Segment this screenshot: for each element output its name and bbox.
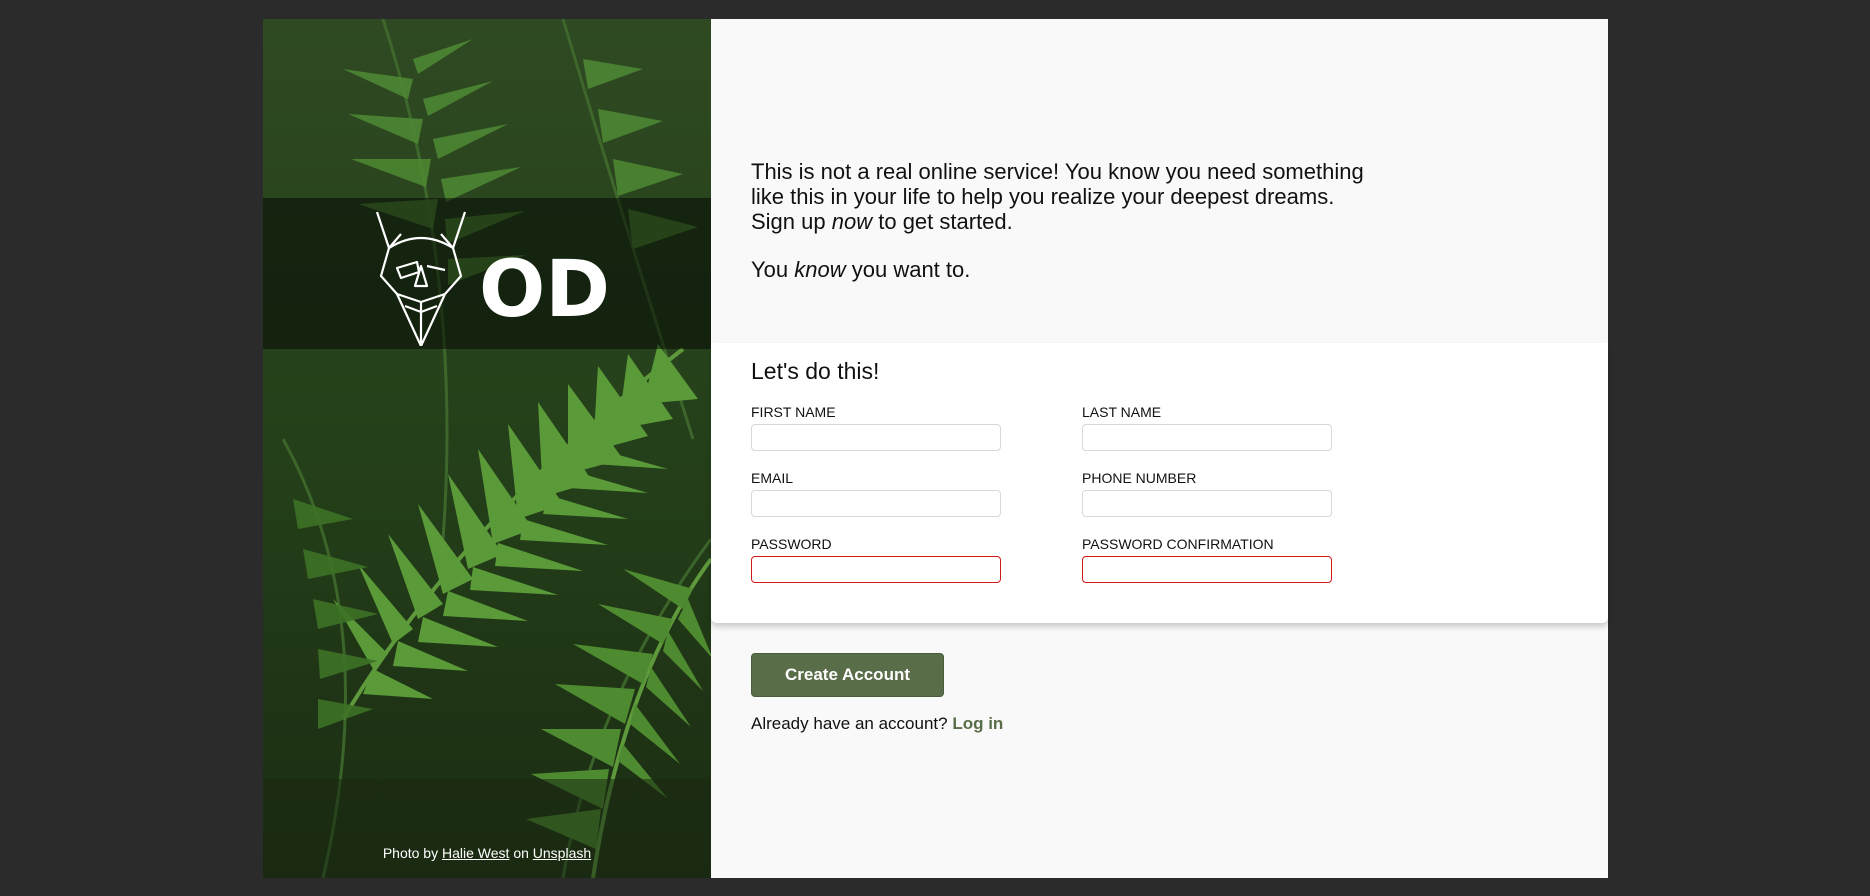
signup-content: This is not a real online service! You k… bbox=[711, 19, 1608, 878]
last-name-label: LAST NAME bbox=[1082, 404, 1162, 420]
photo-credit-prefix: Photo by bbox=[382, 845, 439, 861]
email-label: EMAIL bbox=[751, 470, 794, 486]
intro-line-3-end: to get started. bbox=[878, 209, 1013, 234]
password-confirmation-field-group: PASSWORD CONFIRMATION bbox=[1082, 536, 1332, 583]
hero-image-panel: ODIN Photo by Halie West on Unsplash bbox=[263, 19, 711, 878]
intro-line-1: This is not a real online service! You k… bbox=[751, 159, 1364, 184]
first-name-field-group: FIRST NAME bbox=[751, 404, 1001, 451]
signup-form: Let's do this! FIRST NAME LAST NAME EMAI… bbox=[711, 343, 1608, 623]
odin-logo: ODIN bbox=[375, 211, 607, 346]
logo-band: ODIN bbox=[263, 198, 711, 349]
first-name-input[interactable] bbox=[751, 424, 1001, 451]
photo-credit: Photo by Halie West on Unsplash bbox=[263, 845, 711, 861]
password-field-group: PASSWORD bbox=[751, 536, 1001, 583]
photo-source-link[interactable]: Unsplash bbox=[533, 845, 591, 861]
phone-number-label: PHONE NUMBER bbox=[1082, 470, 1197, 486]
last-name-input[interactable] bbox=[1082, 424, 1332, 451]
login-prompt-text: Already have an account? bbox=[751, 714, 948, 733]
logo-wordmark: ODIN bbox=[479, 245, 607, 335]
photo-author-link[interactable]: Halie West bbox=[442, 845, 509, 861]
intro-text: This is not a real online service! You k… bbox=[751, 159, 1431, 282]
password-input[interactable] bbox=[751, 556, 1001, 583]
fern-background-image bbox=[263, 19, 711, 878]
password-confirmation-input[interactable] bbox=[1082, 556, 1332, 583]
phone-number-field-group: PHONE NUMBER bbox=[1082, 470, 1332, 517]
intro-tagline: You know you want to. bbox=[751, 257, 1431, 282]
intro-line-2: like this in your life to help you reali… bbox=[751, 184, 1335, 209]
email-field-group: EMAIL bbox=[751, 470, 1001, 517]
login-prompt: Already have an account? Log in bbox=[751, 714, 1003, 734]
intro-paragraph: This is not a real online service! You k… bbox=[751, 159, 1431, 234]
first-name-label: FIRST NAME bbox=[751, 404, 836, 420]
password-confirmation-label: PASSWORD CONFIRMATION bbox=[1082, 536, 1274, 552]
create-account-button[interactable]: Create Account bbox=[751, 653, 944, 697]
intro-line-3-emphasis: now bbox=[831, 209, 873, 234]
phone-number-input[interactable] bbox=[1082, 490, 1332, 517]
email-input[interactable] bbox=[751, 490, 1001, 517]
login-link[interactable]: Log in bbox=[952, 714, 1003, 733]
last-name-field-group: LAST NAME bbox=[1082, 404, 1332, 451]
form-heading: Let's do this! bbox=[751, 358, 880, 384]
intro-line-4-end: you want to. bbox=[851, 257, 971, 282]
intro-line-3-start: Sign up bbox=[751, 209, 826, 234]
intro-line-4-start: You bbox=[751, 257, 789, 282]
signup-page: ODIN Photo by Halie West on Unsplash Thi… bbox=[263, 19, 1608, 878]
intro-line-4-emphasis: know bbox=[794, 257, 846, 282]
photo-credit-middle: on bbox=[513, 845, 529, 861]
password-label: PASSWORD bbox=[751, 536, 832, 552]
